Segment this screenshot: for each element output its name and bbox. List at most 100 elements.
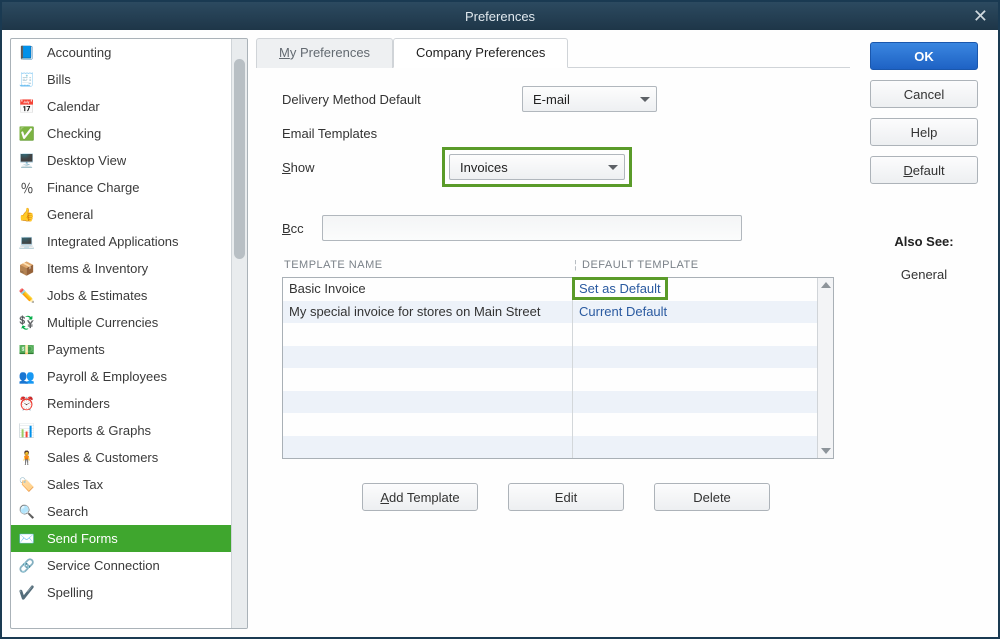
tab-company-prefs-label: Company Preferences: [416, 45, 545, 60]
sidebar-item-search[interactable]: 🔍 Search: [11, 498, 231, 525]
bcc-input[interactable]: [322, 215, 742, 241]
sidebar-item-desktop-view[interactable]: 🖥️Desktop View: [11, 147, 231, 174]
template-name-cell: [283, 346, 573, 369]
close-icon[interactable]: ✕: [973, 6, 988, 27]
default-template-cell[interactable]: Current Default: [573, 301, 817, 324]
table-row[interactable]: My special invoice for stores on Main St…: [283, 301, 817, 324]
edit-button[interactable]: Edit: [508, 483, 624, 511]
table-row-empty: [283, 413, 817, 436]
ok-button[interactable]: OK: [870, 42, 978, 70]
default-template-cell: [573, 391, 817, 414]
scroll-up-icon[interactable]: [821, 282, 831, 288]
sidebar-item-items-inventory[interactable]: 📦Items & Inventory: [11, 255, 231, 282]
sidebar-item-integrated-applications[interactable]: 💻Integrated Applications: [11, 228, 231, 255]
tab-my-prefs-rest: y Preferences: [290, 45, 370, 60]
tab-company-preferences[interactable]: Company Preferences: [393, 38, 568, 68]
sidebar-item-sales-tax[interactable]: 🏷️ Sales Tax: [11, 471, 231, 498]
sidebar-item-label: Sales Tax: [47, 477, 103, 492]
default-button[interactable]: Default: [870, 156, 978, 184]
table-header-row: TEMPLATE NAME ¦ DEFAULT TEMPLATE: [282, 259, 834, 277]
tab-my-prefs-mnemonic: M: [279, 45, 290, 60]
tab-my-preferences[interactable]: My Preferences: [256, 38, 393, 68]
search-icon: 🔍: [17, 502, 37, 522]
window-title: Preferences: [465, 9, 535, 24]
action-column: OK Cancel Help Default Also See: General: [858, 38, 990, 629]
customers-icon: 🧍: [17, 448, 37, 468]
show-select[interactable]: Invoices: [449, 154, 625, 180]
currency-icon: 💱: [17, 313, 37, 333]
payroll-icon: 👥: [17, 367, 37, 387]
sidebar-item-label: Search: [47, 504, 88, 519]
sidebar-item-accounting[interactable]: 📘Accounting: [11, 39, 231, 66]
sidebar-item-checking[interactable]: ✅Checking: [11, 120, 231, 147]
show-row: Show Invoices: [282, 147, 834, 187]
default-template-cell: [573, 323, 817, 346]
also-see-general-link[interactable]: General: [858, 267, 990, 282]
scroll-down-icon[interactable]: [821, 448, 831, 454]
cancel-button[interactable]: Cancel: [870, 80, 978, 108]
sidebar-item-finance-charge[interactable]: ％Finance Charge: [11, 174, 231, 201]
template-name-cell: My special invoice for stores on Main St…: [283, 301, 573, 324]
main-panel: My Preferences Company Preferences Deliv…: [256, 38, 850, 629]
sidebar-item-bills[interactable]: 🧾Bills: [11, 66, 231, 93]
titlebar: Preferences ✕: [2, 2, 998, 30]
sidebar-item-general[interactable]: 👍General: [11, 201, 231, 228]
also-see-header: Also See:: [858, 234, 990, 249]
help-button[interactable]: Help: [870, 118, 978, 146]
sidebar-item-label: Spelling: [47, 585, 93, 600]
default-template-cell: [573, 413, 817, 436]
table-row-empty: [283, 436, 817, 459]
sidebar-item-label: Send Forms: [47, 531, 118, 546]
desktop-icon: 🖥️: [17, 151, 37, 171]
show-value: Invoices: [460, 160, 508, 175]
sidebar-item-spelling[interactable]: ✔️Spelling: [11, 579, 231, 606]
tab-bar: My Preferences Company Preferences: [256, 38, 850, 68]
template-name-cell: [283, 413, 573, 436]
sidebar-item-payroll-employees[interactable]: 👥Payroll & Employees: [11, 363, 231, 390]
sidebar-item-jobs-estimates[interactable]: ✏️Jobs & Estimates: [11, 282, 231, 309]
set-as-default-link[interactable]: Set as Default: [572, 277, 668, 300]
sidebar-scrollbar-thumb[interactable]: [234, 59, 245, 259]
table-row-empty: [283, 368, 817, 391]
template-name-cell: Basic Invoice: [283, 278, 573, 301]
sidebar-item-label: Sales & Customers: [47, 450, 158, 465]
also-see-section: Also See: General: [858, 234, 990, 282]
sidebar-item-payments[interactable]: 💵Payments: [11, 336, 231, 363]
delivery-method-row: Delivery Method Default E-mail: [282, 86, 834, 112]
table-scrollbar[interactable]: [817, 278, 833, 458]
sidebar-item-send-forms[interactable]: ✉️Send Forms: [11, 525, 231, 552]
chevron-down-icon: [640, 97, 650, 102]
sidebar-item-reports-graphs[interactable]: 📊Reports & Graphs: [11, 417, 231, 444]
delete-button[interactable]: Delete: [654, 483, 770, 511]
window-body: 📘Accounting🧾Bills 📅 Calendar ✅Checking🖥️Des…: [2, 30, 998, 637]
calendar-icon: 📅: [17, 97, 37, 117]
table-row[interactable]: Basic InvoiceSet as Default: [283, 278, 817, 301]
book-icon: 📘: [17, 43, 37, 63]
percent-icon: ％: [17, 178, 37, 198]
sidebar-item-label: Multiple Currencies: [47, 315, 158, 330]
default-template-cell[interactable]: Set as Default: [573, 278, 817, 301]
table-row-empty: [283, 346, 817, 369]
tax-icon: 🏷️: [17, 475, 37, 495]
show-label: Show: [282, 160, 442, 175]
delivery-method-value: E-mail: [533, 92, 570, 107]
sidebar-item-multiple-currencies[interactable]: 💱 Multiple Currencies: [11, 309, 231, 336]
sidebar-item-label: Items & Inventory: [47, 261, 148, 276]
sidebar-scrollbar[interactable]: [231, 39, 247, 628]
template-name-cell: [283, 368, 573, 391]
sidebar-item-label: Calendar: [47, 99, 100, 114]
table-body: Basic InvoiceSet as DefaultMy special in…: [282, 277, 834, 459]
sidebar-item-sales-customers[interactable]: 🧍 Sales & Customers: [11, 444, 231, 471]
sidebar-list: 📘Accounting🧾Bills 📅 Calendar ✅Checking🖥️Des…: [11, 39, 231, 628]
table-row-empty: [283, 323, 817, 346]
default-template-cell: [573, 436, 817, 459]
sidebar-item-calendar[interactable]: 📅 Calendar: [11, 93, 231, 120]
connection-icon: 🔗: [17, 556, 37, 576]
sidebar-item-label: Integrated Applications: [47, 234, 179, 249]
bcc-row: Bcc: [282, 215, 834, 241]
sidebar-item-reminders[interactable]: ⏰Reminders: [11, 390, 231, 417]
add-template-button[interactable]: Add Template: [362, 483, 478, 511]
delivery-method-select[interactable]: E-mail: [522, 86, 657, 112]
chart-icon: 📊: [17, 421, 37, 441]
sidebar-item-service-connection[interactable]: 🔗Service Connection: [11, 552, 231, 579]
